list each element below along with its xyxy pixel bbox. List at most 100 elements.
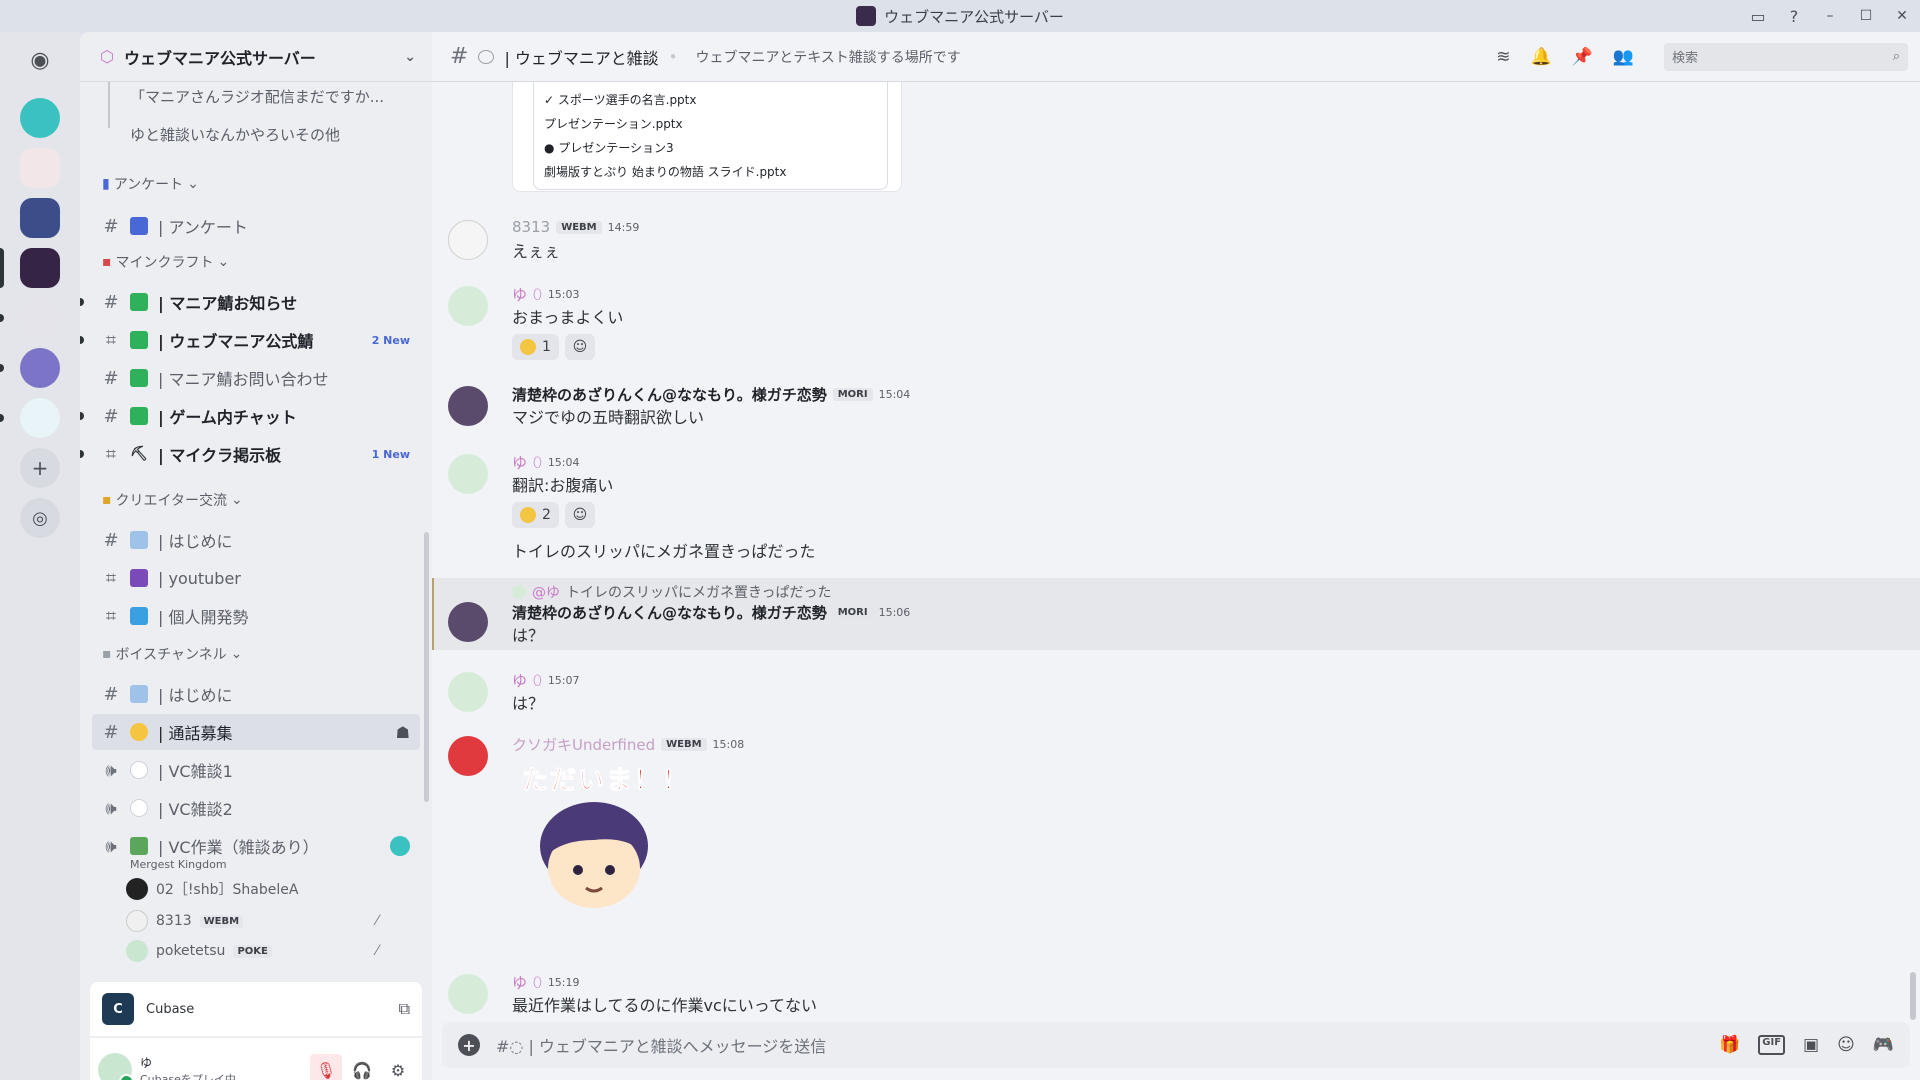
avatar[interactable] <box>448 602 488 642</box>
help-icon[interactable]: ? <box>1776 0 1812 32</box>
maximize-button[interactable]: ☐ <box>1848 0 1884 32</box>
author-name[interactable]: ゆ <box>512 972 527 993</box>
thread-item[interactable]: 「マニアさんラジオ配信まだですか... <box>130 86 384 107</box>
vc-user[interactable]: 02［!shb］ShabeleA <box>126 878 298 900</box>
unread-indicator <box>80 412 84 420</box>
pickaxe-icon: ⛏ <box>130 446 148 462</box>
avatar[interactable] <box>448 220 488 260</box>
category-voice[interactable]: ▪ ボイスチャンネル ⌄ <box>102 644 242 664</box>
server-icon[interactable] <box>20 348 60 388</box>
avatar[interactable] <box>448 386 488 426</box>
thread-item[interactable]: ゆと雑談いなんかやろいその他 <box>130 124 340 145</box>
avatar[interactable] <box>448 454 488 494</box>
reply-text: トイレのスリッパにメガネ置きっぱだった <box>566 585 832 601</box>
minimize-button[interactable]: – <box>1812 0 1848 32</box>
channel-indie[interactable]: ⌗ | 個人開発勢 <box>92 598 420 634</box>
mic-muted-icon[interactable]: 🎙 <box>310 1054 342 1080</box>
avatar[interactable] <box>448 672 488 712</box>
server-icon-active[interactable] <box>20 248 60 288</box>
channel-youtuber[interactable]: ⌗ | youtuber <box>92 560 420 596</box>
username: ゆ <box>140 1055 153 1070</box>
message-composer[interactable]: + #◌ | ウェブマニアと雑談へメッセージを送信 🎁 GIF ▣ ☺ 🎮 <box>442 1022 1910 1068</box>
close-button[interactable]: ✕ <box>1884 0 1920 32</box>
activity-icon <box>390 836 410 856</box>
vc-user[interactable]: 8313 WEBM ⁄ <box>126 910 378 932</box>
add-reaction-icon[interactable]: ☺ <box>564 502 595 528</box>
server-icon[interactable] <box>20 398 60 438</box>
channel-mania-news[interactable]: # | マニア鯖お知らせ <box>92 284 420 320</box>
sidebar-scrollbar[interactable] <box>424 532 429 802</box>
stream-icon[interactable]: ⧉ <box>399 999 410 1019</box>
chevron-down-icon: ⌄ <box>230 492 243 508</box>
vc-user-name: poketetsu <box>156 943 226 959</box>
sticker-image[interactable] <box>532 796 662 916</box>
channel-intro2[interactable]: # | はじめに <box>92 676 420 712</box>
search-input[interactable]: 検索 ⌕ <box>1664 42 1908 71</box>
members-icon[interactable]: 👥 <box>1613 47 1634 67</box>
role-icon: ⬯ <box>533 454 542 471</box>
sticker-icon[interactable]: ▣ <box>1803 1035 1819 1055</box>
channel-official[interactable]: ⌗ | ウェブマニア公式鯖 2 New <box>92 322 420 358</box>
bell-icon[interactable]: 🔔 <box>1530 47 1551 67</box>
gift-icon[interactable]: 🎁 <box>1719 1035 1740 1055</box>
channel-inquiry[interactable]: # | マニア鯖お問い合わせ <box>92 360 420 396</box>
category-minecraft[interactable]: ▪ マインクラフト ⌄ <box>102 252 229 272</box>
author-name[interactable]: ゆ <box>512 284 527 305</box>
category-creator[interactable]: ▪ クリエイター交流 ⌄ <box>102 490 243 510</box>
vc-user[interactable]: poketetsu POKE ⁄ <box>126 940 378 962</box>
category-survey[interactable]: ▮ アンケート ⌄ <box>102 174 199 194</box>
window-title-text: ウェブマニア公式サーバー <box>884 7 1064 26</box>
channel-intro1[interactable]: # | はじめに <box>92 522 420 558</box>
checkbox-icon <box>130 293 148 311</box>
speech-bubble-icon <box>130 799 148 817</box>
composer-input[interactable]: #◌ | ウェブマニアと雑談へメッセージを送信 <box>496 1033 826 1057</box>
unread-indicator <box>0 364 4 372</box>
game-controller-icon[interactable]: 🎮 <box>1873 1035 1894 1055</box>
channel-board[interactable]: ⌗ ⛏ | マイクラ掲示板 1 New <box>92 436 420 472</box>
server-icon[interactable] <box>20 148 60 188</box>
gear-icon[interactable]: ⚙ <box>382 1054 414 1080</box>
mute-icon: ⁄ <box>376 913 379 929</box>
discord-home-icon[interactable]: ◉ <box>20 40 60 80</box>
server-icon[interactable] <box>20 98 60 138</box>
avatar[interactable] <box>98 1053 134 1080</box>
server-icon[interactable] <box>20 198 60 238</box>
gif-button[interactable]: GIF <box>1758 1035 1786 1055</box>
reply-reference[interactable]: @ゆ トイレのスリッパにメガネ置きっぱだった <box>512 582 831 602</box>
author-name[interactable]: クソガキUnderfined <box>512 734 655 755</box>
embed-preview[interactable]: ✓ スポーツ選手の名言.pptx プレゼンテーション.pptx ● プレゼンテー… <box>512 82 902 192</box>
timestamp: 15:08 <box>712 738 745 751</box>
inbox-icon[interactable]: ▭ <box>1740 0 1776 32</box>
author-name[interactable]: ゆ <box>512 452 527 473</box>
avatar[interactable] <box>448 736 488 776</box>
avatar[interactable] <box>448 286 488 326</box>
channel-vc2[interactable]: 🕪 | VC雑談2 <box>92 790 420 826</box>
chat-scrollbar[interactable] <box>1910 972 1916 1020</box>
hash-icon: # <box>103 367 119 389</box>
add-member-icon[interactable]: ☗ <box>396 723 410 742</box>
channel-recruit[interactable]: # | 通話募集 ☗ <box>92 714 420 750</box>
author-name[interactable]: 8313 <box>512 218 550 236</box>
avatar[interactable] <box>448 974 488 1014</box>
server-icon[interactable] <box>20 298 60 338</box>
channel-topic[interactable]: ウェブマニアとテキスト雑談する場所です <box>695 47 960 67</box>
author-name[interactable]: 清楚枠のあざりんくん@ななもり。様ガチ恋勢 <box>512 384 827 405</box>
channel-ingame[interactable]: # | ゲーム内チャット <box>92 398 420 434</box>
attach-plus-icon[interactable]: + <box>458 1034 480 1056</box>
author-name[interactable]: 清楚枠のあざりんくん@ななもり。様ガチ恋勢 <box>512 602 827 623</box>
server-header[interactable]: ⬡ ウェブマニア公式サーバー ⌄ <box>80 32 432 82</box>
hash-icon: # <box>103 405 119 427</box>
channel-survey[interactable]: # | アンケート <box>92 208 420 244</box>
reaction[interactable]: 2 <box>512 502 559 528</box>
headphones-icon[interactable]: 🎧 <box>346 1054 378 1080</box>
channel-label: | はじめに <box>158 532 233 551</box>
emoji-icon[interactable]: ☺ <box>1837 1035 1855 1055</box>
discover-icon[interactable]: ◎ <box>20 498 60 538</box>
add-server-icon[interactable]: + <box>20 448 60 488</box>
channel-vc1[interactable]: 🕪 | VC雑談1 <box>92 752 420 788</box>
pin-icon[interactable]: 📌 <box>1572 47 1593 67</box>
author-name[interactable]: ゆ <box>512 670 527 691</box>
reaction[interactable]: 1 <box>512 334 559 360</box>
add-reaction-icon[interactable]: ☺ <box>564 334 595 360</box>
threads-icon[interactable]: ≋ <box>1496 47 1510 67</box>
